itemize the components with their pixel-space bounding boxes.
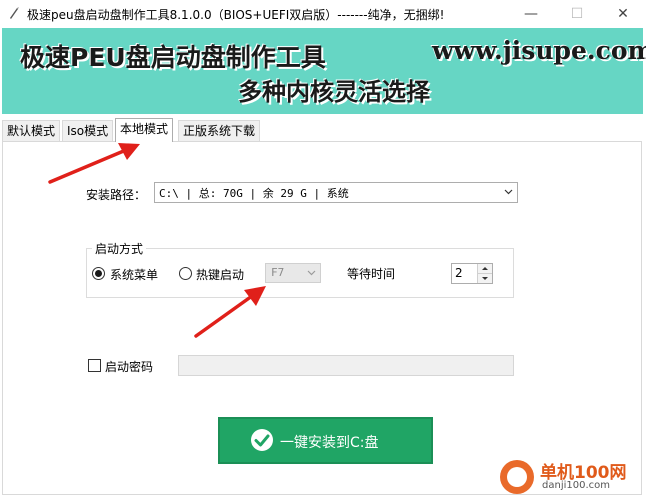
banner: 极速PEU盘启动盘制作工具 www.jisupe.com 多种内核灵活选择 xyxy=(2,28,646,114)
chevron-down-icon xyxy=(504,189,513,195)
checkmark-icon xyxy=(251,429,273,451)
minimize-button[interactable]: — xyxy=(508,0,554,28)
close-button[interactable]: ✕ xyxy=(600,0,646,28)
tab-default-mode[interactable]: 默认模式 xyxy=(2,120,61,141)
banner-title: 极速PEU盘启动盘制作工具 xyxy=(20,43,326,72)
hotkey-value: F7 xyxy=(271,266,285,279)
tab-iso-mode[interactable]: Iso模式 xyxy=(62,120,114,141)
watermark-logo-icon xyxy=(500,460,534,494)
watermark-url: danji100.com xyxy=(542,480,610,491)
wait-time-value: 2 xyxy=(455,266,463,280)
install-path-select[interactable]: C:\ | 总: 70G | 余 29 G | 系统 xyxy=(154,182,518,203)
boot-mode-legend: 启动方式 xyxy=(92,240,147,257)
stepper-up-icon[interactable] xyxy=(478,264,492,274)
hotkey-select[interactable]: F7 xyxy=(265,263,321,283)
install-path-label: 安装路径： xyxy=(86,188,147,202)
system-menu-label[interactable]: 系统菜单 xyxy=(110,266,158,283)
install-path-value: C:\ | 总: 70G | 余 29 G | 系统 xyxy=(159,187,349,200)
app-icon xyxy=(10,7,19,19)
tab-local-mode[interactable]: 本地模式 xyxy=(115,118,174,142)
chevron-down-icon xyxy=(307,270,316,276)
stepper-buttons xyxy=(477,264,492,283)
wait-time-label: 等待时间 xyxy=(347,267,396,281)
title-bar: 极速peu盘启动盘制作工具8.1.0.0（BIOS+UEFI双启版）------… xyxy=(0,0,646,28)
wait-time-stepper[interactable]: 2 xyxy=(451,263,493,284)
tab-bar: 默认模式 Iso模式 本地模式 正版系统下载 xyxy=(2,118,643,142)
window-title: 极速peu盘启动盘制作工具8.1.0.0（BIOS+UEFI双启版）------… xyxy=(27,8,445,22)
install-button[interactable]: 一键安装到C:盘 xyxy=(218,417,433,464)
install-button-label: 一键安装到C:盘 xyxy=(280,435,379,451)
banner-subtitle: 多种内核灵活选择 xyxy=(238,78,430,106)
stepper-down-icon[interactable] xyxy=(478,274,492,283)
red-arrow-icon xyxy=(48,143,140,184)
boot-password-input[interactable] xyxy=(178,355,514,376)
hotkey-boot-radio[interactable] xyxy=(179,267,192,280)
boot-password-checkbox[interactable] xyxy=(88,359,101,372)
red-arrow-icon xyxy=(194,286,266,338)
maximize-button[interactable]: ☐ xyxy=(554,0,600,28)
tab-system-download[interactable]: 正版系统下载 xyxy=(178,120,261,141)
banner-url: www.jisupe.com xyxy=(432,36,646,65)
watermark: 单机100网 danji100.com xyxy=(500,458,646,498)
boot-password-label[interactable]: 启动密码 xyxy=(105,358,153,375)
system-menu-radio[interactable] xyxy=(92,267,105,280)
